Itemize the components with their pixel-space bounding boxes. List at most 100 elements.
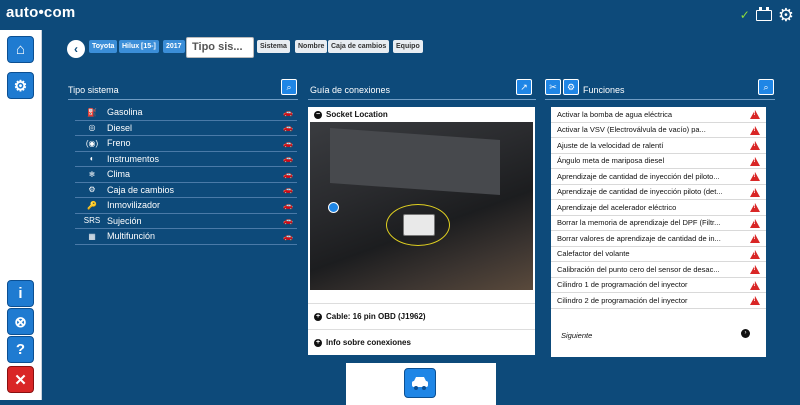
info-conexiones-row[interactable]: + Info sobre conexiones [308, 329, 535, 355]
function-item[interactable]: Calibración del punto cero del sensor de… [551, 262, 766, 278]
car-icon: 🚗 [283, 169, 293, 179]
function-label: Calefactor del volante [557, 249, 630, 259]
connection-guide: − Socket Location + Cable: 16 pin OBD (J… [308, 107, 535, 355]
srs-icon: SRS [83, 216, 101, 226]
function-item[interactable]: Calefactor del volante [551, 247, 766, 262]
function-item[interactable]: Aprendizaje de cantidad de inyección del… [551, 169, 766, 185]
car-icon: 🚗 [283, 138, 293, 148]
function-label: Ángulo meta de mariposa diesel [557, 156, 665, 166]
highlight-ring [386, 204, 450, 246]
function-label: Activar la VSV (Electroválvula de vacío)… [557, 125, 706, 135]
system-item-diesel[interactable]: ◎ Diesel 🚗 [75, 121, 297, 136]
function-item[interactable]: Cilindro 2 de programación del inyector [551, 293, 766, 309]
warning-icon [750, 141, 760, 150]
warning-icon [750, 249, 760, 259]
function-item[interactable]: Activar la bomba de agua eléctrica [551, 107, 766, 123]
system-type-list: ⛽ Gasolina 🚗 ◎ Diesel 🚗 (◉) Freno 🚗 ◐ Instrumen… [75, 105, 297, 245]
socket-location-label: Socket Location [326, 110, 388, 119]
function-item[interactable]: Borrar valores de aprendizaje de cantida… [551, 231, 766, 247]
next-page-link[interactable]: Siguiente [561, 331, 592, 340]
crumb-model[interactable]: Hilux [15-] [119, 40, 159, 53]
car-icon: 🚗 [283, 185, 293, 195]
warning-icon [750, 218, 760, 228]
warning-icon [750, 296, 760, 305]
tab-nombre[interactable]: Nombre [295, 40, 328, 53]
system-item-clima[interactable]: ❄ Clima 🚗 [75, 167, 297, 183]
brake-icon: (◉) [85, 138, 99, 148]
tipo-sistema-title: Tipo sistema [68, 85, 119, 95]
engine-button[interactable]: ⚙ [563, 79, 579, 95]
network-button[interactable]: ⊗ [7, 308, 34, 335]
home-icon: ⌂ [15, 41, 26, 58]
function-label: Calibración del punto cero del sensor de… [557, 264, 720, 274]
function-item[interactable]: Aprendizaje del acelerador eléctrico [551, 200, 766, 216]
warning-icon [750, 280, 760, 290]
funciones-title: Funciones [583, 85, 625, 95]
warning-icon [750, 234, 760, 243]
exit-button[interactable]: ✕ [7, 366, 34, 393]
function-label: Aprendizaje de cantidad de inyección del… [557, 171, 720, 181]
top-bar: auto•com ✓ ⚙ [0, 0, 800, 30]
car-gear-icon: ⚙ [13, 77, 28, 95]
gearbox-icon: ⚙ [88, 185, 96, 195]
tab-sistema[interactable]: Sistema [257, 40, 290, 53]
left-toolbar: ⌂ ⚙ i ⊗ ? ✕ [0, 30, 42, 400]
tab-equipo[interactable]: Equipo [393, 40, 423, 53]
function-item[interactable]: Cilindro 1 de programación del inyector [551, 278, 766, 293]
vehicle-settings-button[interactable]: ⚙ [7, 72, 34, 99]
function-label: Aprendizaje del acelerador eléctrico [557, 202, 677, 212]
back-button[interactable]: ‹ [67, 40, 85, 58]
connect-vehicle-button[interactable] [404, 368, 436, 398]
settings-gear-icon[interactable]: ⚙ [778, 6, 794, 24]
system-type-input[interactable]: Tipo sis... [186, 37, 254, 58]
system-item-multifuncion[interactable]: ▦ Multifunción 🚗 [75, 229, 297, 245]
battery-icon [755, 6, 772, 21]
function-item[interactable]: Borrar la memoria de aprendizaje del DPF… [551, 216, 766, 231]
next-arrow-icon[interactable]: › [741, 329, 750, 338]
help-button[interactable]: ? [7, 336, 34, 363]
system-item-inmovilizador[interactable]: 🔑 Inmovilizador 🚗 [75, 198, 297, 214]
car-icon: 🚗 [283, 154, 293, 164]
function-label: Ajuste de la velocidad de ralentí [557, 140, 664, 150]
guia-expand-button[interactable]: ↗ [516, 79, 532, 95]
functions-list: Activar la bomba de agua eléctrica Activ… [551, 107, 766, 357]
crumb-year[interactable]: 2017 [163, 40, 185, 53]
help-icon: ? [15, 341, 26, 358]
guia-title: Guía de conexiones [310, 85, 391, 95]
home-button[interactable]: ⌂ [7, 36, 34, 63]
system-item-sujecion[interactable]: SRS Sujeción 🚗 [75, 214, 297, 229]
function-item[interactable]: Activar la VSV (Electroválvula de vacío)… [551, 123, 766, 138]
system-item-freno[interactable]: (◉) Freno 🚗 [75, 136, 297, 152]
car-icon: 🚗 [283, 123, 293, 133]
gauge-icon: ◐ [89, 154, 95, 164]
autocom-logo: auto•com [6, 4, 76, 21]
warning-icon [750, 156, 760, 166]
info-button[interactable]: i [7, 280, 34, 307]
connected-check-icon: ✓ [739, 8, 750, 22]
tipo-sistema-search-button[interactable]: ⌕ [281, 79, 297, 95]
globe-icon: ⊗ [14, 313, 27, 331]
system-item-instrumentos[interactable]: ◐ Instrumentos 🚗 [75, 152, 297, 167]
socket-location-photo [310, 122, 533, 290]
warning-icon [750, 203, 760, 212]
car-icon: 🚗 [283, 107, 293, 117]
system-item-gasolina[interactable]: ⛽ Gasolina 🚗 [75, 105, 297, 121]
engine-icon: ⚙ [566, 81, 576, 92]
info-conexiones-label: Info sobre conexiones [326, 338, 411, 347]
socket-location-header[interactable]: − Socket Location [308, 107, 535, 122]
status-icons: ✓ ⚙ [739, 6, 794, 24]
crumb-make[interactable]: Toyota [89, 40, 118, 53]
function-item[interactable]: Ajuste de la velocidad de ralentí [551, 138, 766, 154]
tab-caja-de-cambios[interactable]: Caja de cambios [328, 40, 390, 53]
system-item-label: Clima [107, 169, 131, 180]
tools-button[interactable]: ✂ [545, 79, 561, 95]
system-item-caja-de-cambios[interactable]: ⚙ Caja de cambios 🚗 [75, 183, 297, 198]
close-icon: ✕ [14, 371, 27, 389]
function-item[interactable]: Aprendizaje de cantidad de inyección pil… [551, 185, 766, 200]
warning-icon [750, 125, 760, 135]
search-icon: ⌕ [286, 81, 292, 92]
system-item-label: Sujeción [107, 215, 142, 226]
function-item[interactable]: Ángulo meta de mariposa diesel [551, 154, 766, 169]
funciones-search-button[interactable]: ⌕ [758, 79, 774, 95]
cable-row[interactable]: + Cable: 16 pin OBD (J1962) [308, 303, 535, 329]
